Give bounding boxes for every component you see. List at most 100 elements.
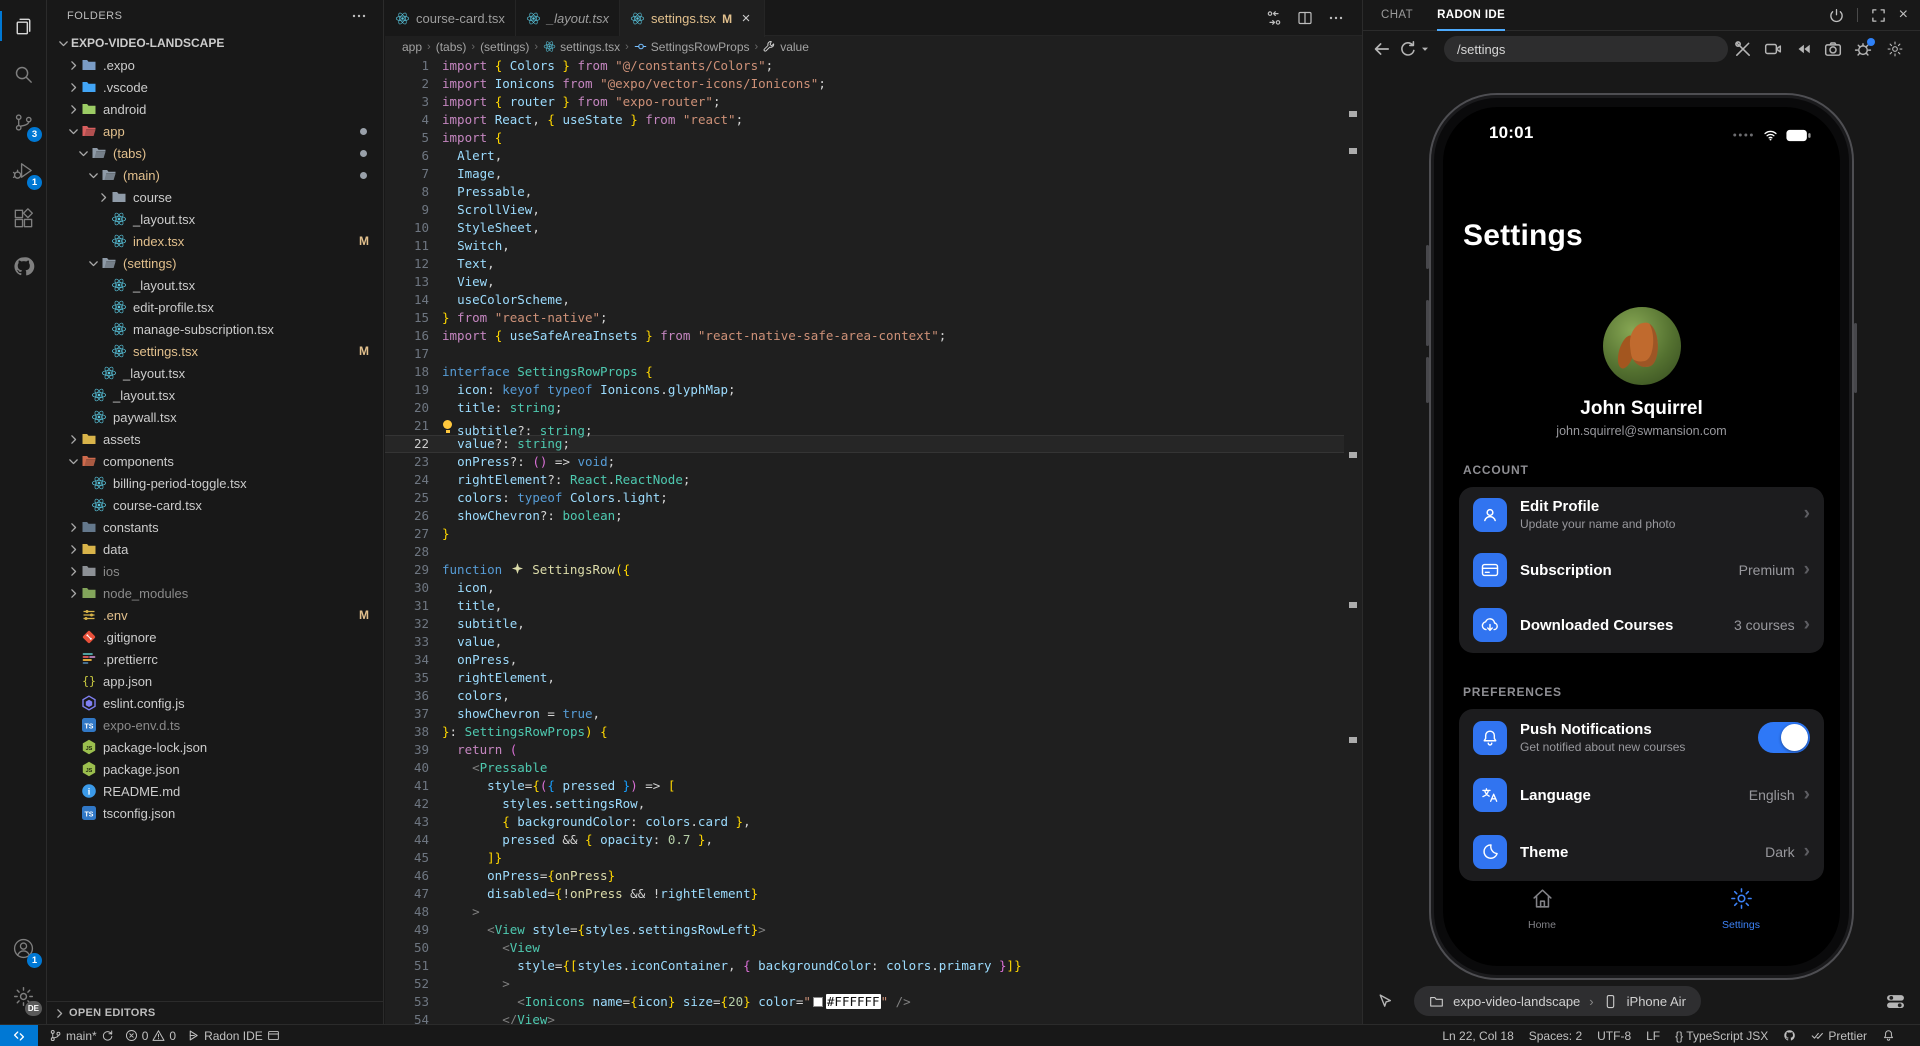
tree-item-layout-tsx[interactable]: _layout.tsx <box>47 384 383 406</box>
activity-extensions[interactable] <box>0 194 46 242</box>
tab-layout-tsx[interactable]: _layout.tsx <box>516 0 620 36</box>
tree-item-main[interactable]: (main) <box>47 164 383 186</box>
tree-item-manage-subscription-tsx[interactable]: manage-subscription.tsx <box>47 318 383 340</box>
tree-item-tabs[interactable]: (tabs) <box>47 142 383 164</box>
more-actions-icon[interactable] <box>1328 10 1344 26</box>
activity-source-control[interactable]: 3 <box>0 98 46 146</box>
tree-item-prettierrc[interactable]: .prettierrc <box>47 648 383 670</box>
activity-explorer[interactable] <box>0 2 46 50</box>
settings-row-downloaded-courses[interactable]: Downloaded Courses 3 courses › <box>1459 598 1824 653</box>
breadcrumb-settings-tsx[interactable]: settings.tsx <box>543 40 620 54</box>
device-settings-icon[interactable] <box>1886 993 1905 1010</box>
status-radon-ide-status[interactable]: Radon IDE <box>187 1029 280 1043</box>
status-git-branch[interactable]: main* <box>49 1029 114 1043</box>
screen-record-icon[interactable] <box>1764 40 1782 58</box>
device-selector[interactable]: expo-video-landscape › iPhone Air <box>1414 986 1701 1016</box>
tree-item-readme-md[interactable]: iREADME.md <box>47 780 383 802</box>
tree-item-expo-env-d-ts[interactable]: TSexpo-env.d.ts <box>47 714 383 736</box>
close-tab-icon[interactable]: × <box>738 10 754 27</box>
panel-tab-chat[interactable]: CHAT <box>1381 0 1413 31</box>
status-encoding[interactable]: UTF-8 <box>1597 1029 1631 1043</box>
settings-row-language[interactable]: Language English › <box>1459 766 1824 823</box>
status-cursor-position[interactable]: Ln 22, Col 18 <box>1442 1029 1513 1043</box>
tree-item-constants[interactable]: constants <box>47 516 383 538</box>
power-icon[interactable] <box>1829 8 1844 23</box>
split-editor-icon[interactable] <box>1297 10 1313 26</box>
screenshot-icon[interactable] <box>1824 40 1842 58</box>
back-icon[interactable] <box>1373 40 1391 58</box>
fullscreen-icon[interactable] <box>1871 8 1886 23</box>
status-eol[interactable]: LF <box>1646 1029 1660 1043</box>
tree-item-settings[interactable]: (settings) <box>47 252 383 274</box>
breadcrumb-value[interactable]: value <box>763 40 809 54</box>
report-issue-icon[interactable] <box>1854 40 1872 58</box>
tree-item-billing-period-toggle-tsx[interactable]: billing-period-toggle.tsx <box>47 472 383 494</box>
activity-github[interactable] <box>0 242 46 290</box>
tree-item-eslint-config-js[interactable]: eslint.config.js <box>47 692 383 714</box>
activity-run-and-debug[interactable]: 1 <box>0 146 46 194</box>
status-formatter[interactable]: Prettier <box>1811 1029 1867 1043</box>
tree-item-edit-profile-tsx[interactable]: edit-profile.tsx <box>47 296 383 318</box>
tree-item-node-modules[interactable]: node_modules <box>47 582 383 604</box>
tree-item-layout-tsx[interactable]: _layout.tsx <box>47 362 383 384</box>
settings-row-theme[interactable]: Theme Dark › <box>1459 824 1824 881</box>
settings-row-push-notifications[interactable]: Push Notifications Get notified about ne… <box>1459 709 1824 766</box>
tree-item-vscode[interactable]: .vscode <box>47 76 383 98</box>
breadcrumb-tabs[interactable]: (tabs) <box>436 40 467 54</box>
tab-settings-tsx[interactable]: settings.tsx M × <box>620 0 765 37</box>
app-tab-settings[interactable]: Settings <box>1681 886 1801 931</box>
breadcrumb-app[interactable]: app <box>402 40 422 54</box>
element-inspector-icon[interactable] <box>1376 993 1393 1010</box>
tree-item-settings-tsx[interactable]: settings.tsx M <box>47 340 383 362</box>
tree-item-course-card-tsx[interactable]: course-card.tsx <box>47 494 383 516</box>
code-editor[interactable]: 1import { Colors } from "@/constants/Col… <box>385 57 1344 1024</box>
tree-item-layout-tsx[interactable]: _layout.tsx <box>47 274 383 296</box>
panel-settings-icon[interactable] <box>1886 40 1904 58</box>
open-editors-section[interactable]: OPEN EDITORS <box>47 1001 383 1024</box>
status-notifications[interactable] <box>1882 1029 1895 1042</box>
status-language-mode[interactable]: {} TypeScript JSX <box>1675 1029 1768 1043</box>
tab-course-card-tsx[interactable]: course-card.tsx <box>385 0 516 36</box>
tree-item-android[interactable]: android <box>47 98 383 120</box>
remote-indicator[interactable] <box>0 1025 38 1046</box>
tree-item-index-tsx[interactable]: index.tsx M <box>47 230 383 252</box>
tree-item-components[interactable]: components <box>47 450 383 472</box>
tree-item-package-lock-json[interactable]: JSpackage-lock.json <box>47 736 383 758</box>
tree-item-expo-video-landscape[interactable]: EXPO-VIDEO-LANDSCAPE <box>47 32 383 54</box>
settings-row-edit-profile[interactable]: Edit Profile Update your name and photo … <box>1459 487 1824 542</box>
status-copilot[interactable] <box>1783 1029 1796 1042</box>
toggle-switch[interactable] <box>1758 722 1810 753</box>
dev-tools-icon[interactable] <box>1734 40 1752 58</box>
replay-icon[interactable] <box>1794 40 1812 58</box>
activity-search[interactable] <box>0 50 46 98</box>
breadcrumb-settings[interactable]: (settings) <box>480 40 529 54</box>
app-tab-home[interactable]: Home <box>1482 886 1602 931</box>
settings-row-subscription[interactable]: Subscription Premium › <box>1459 542 1824 597</box>
tree-item-app[interactable]: app <box>47 120 383 142</box>
tree-item-data[interactable]: data <box>47 538 383 560</box>
tree-item-expo[interactable]: .expo <box>47 54 383 76</box>
tree-item-env[interactable]: .env M <box>47 604 383 626</box>
status-indentation[interactable]: Spaces: 2 <box>1529 1029 1582 1043</box>
profile-avatar[interactable] <box>1603 307 1681 385</box>
open-changes-icon[interactable] <box>1266 10 1282 26</box>
close-panel-icon[interactable]: × <box>1899 7 1908 23</box>
route-url-bar[interactable]: /settings <box>1444 36 1728 62</box>
overview-ruler[interactable] <box>1344 57 1362 1024</box>
tree-item-ios[interactable]: ios <box>47 560 383 582</box>
reload-icon[interactable] <box>1399 40 1417 58</box>
tree-item-layout-tsx[interactable]: _layout.tsx <box>47 208 383 230</box>
activity-accounts[interactable]: 1 <box>0 924 46 972</box>
reload-dropdown-icon[interactable] <box>1419 43 1431 55</box>
tree-item-tsconfig-json[interactable]: TStsconfig.json <box>47 802 383 824</box>
tree-item-package-json[interactable]: JSpackage.json <box>47 758 383 780</box>
tree-item-app-json[interactable]: {}app.json <box>47 670 383 692</box>
breadcrumb-settingsrowprops[interactable]: SettingsRowProps <box>634 40 750 54</box>
tree-item-assets[interactable]: assets <box>47 428 383 450</box>
activity-manage[interactable]: DE <box>0 972 46 1020</box>
ai-sparkle-icon[interactable] <box>510 562 525 575</box>
more-actions-icon[interactable] <box>351 8 367 24</box>
tree-item-paywall-tsx[interactable]: paywall.tsx <box>47 406 383 428</box>
tree-item-course[interactable]: course <box>47 186 383 208</box>
lightbulb-icon[interactable] <box>442 417 457 435</box>
